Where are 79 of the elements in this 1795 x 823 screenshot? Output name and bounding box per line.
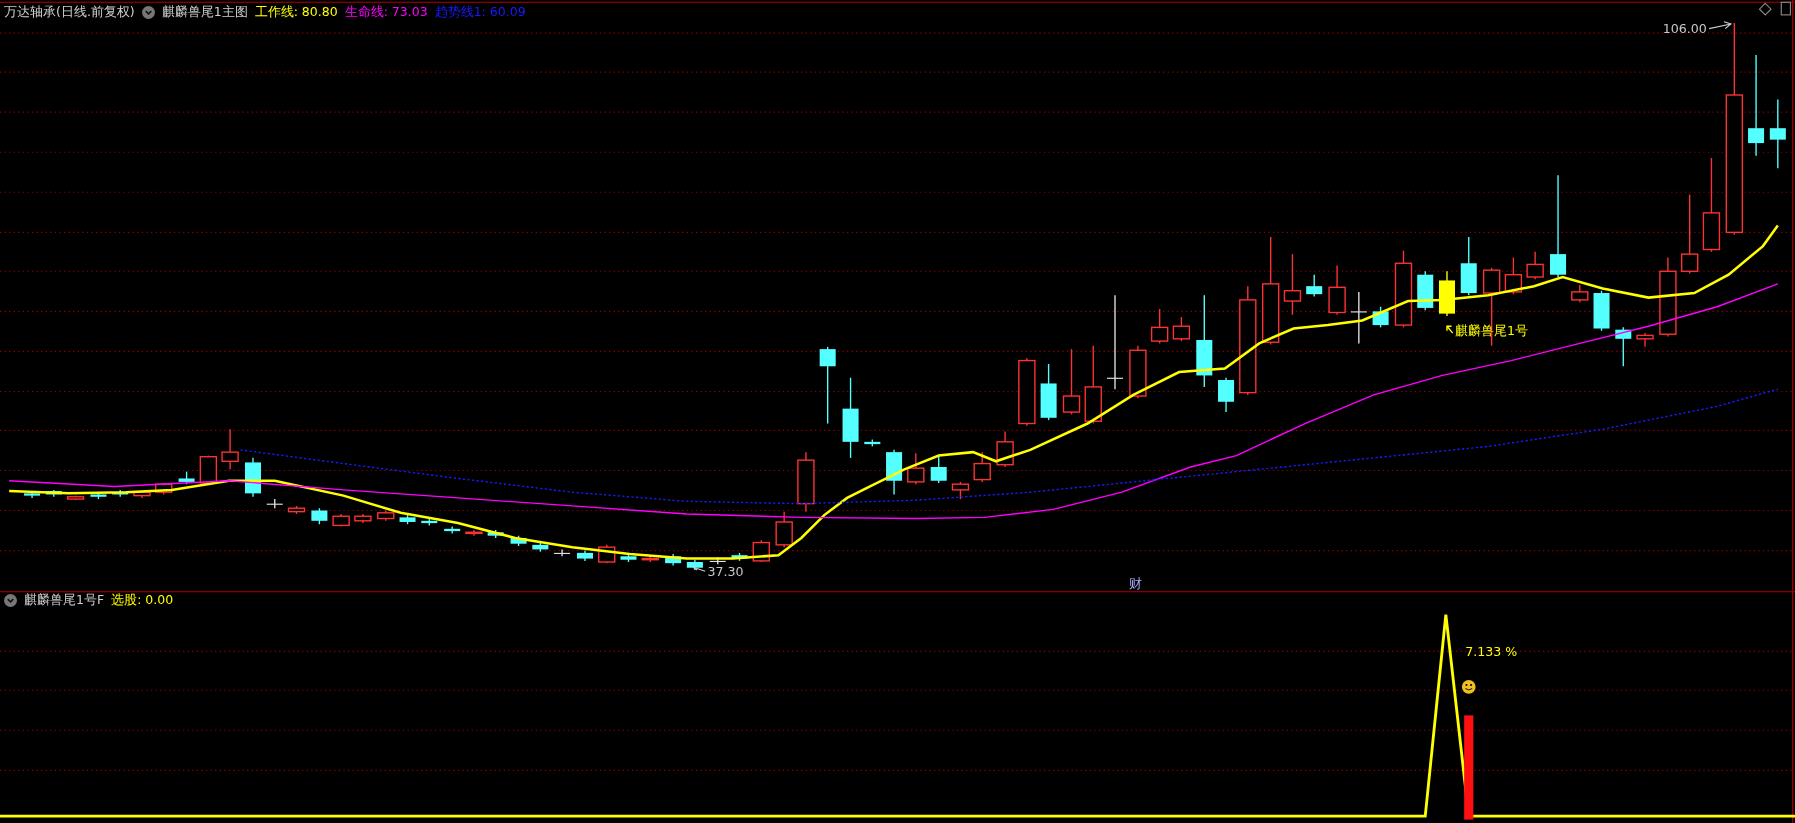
candlestick (1218, 377, 1235, 413)
candlestick (1283, 253, 1302, 316)
candlestick (996, 430, 1014, 468)
candlestick (311, 507, 328, 525)
candlestick (1306, 274, 1323, 298)
smiley-icon (1461, 679, 1476, 694)
candlestick (332, 513, 350, 528)
candlestick (797, 451, 815, 513)
candlestick (1350, 291, 1367, 345)
candlestick (665, 553, 682, 567)
candlestick (1172, 316, 1191, 342)
candlestick (1062, 348, 1081, 416)
candlestick (1636, 332, 1654, 348)
indicator-value: 生命线: 73.03 (344, 4, 428, 20)
indicator-value: 工作线: 80.80 (254, 4, 338, 20)
candlestick (287, 505, 306, 515)
high-price-label: 106.00 (1662, 21, 1707, 37)
indicator-value: 选股: 0.00 (111, 592, 174, 608)
candlestick (178, 470, 195, 485)
candlestick (421, 517, 438, 527)
indicator-value: 趋势线1: 60.09 (434, 4, 526, 20)
candlestick (576, 549, 593, 562)
indicator-name: 麒麟兽尾1号F (24, 592, 105, 608)
candlestick (1526, 251, 1544, 280)
candlestick (266, 498, 283, 509)
arrow-icon (1446, 325, 1454, 334)
candlestick (752, 539, 770, 563)
candlestick (155, 482, 173, 496)
candlestick (930, 454, 947, 484)
candlestick (66, 494, 85, 501)
candlestick (377, 509, 395, 522)
candlestick (1129, 345, 1147, 400)
candlestick (886, 449, 903, 496)
candlestick (620, 553, 637, 563)
candlestick (1593, 290, 1610, 332)
candlestick (199, 454, 218, 485)
candlestick (1571, 284, 1589, 303)
candlestick (686, 559, 703, 571)
dropdown-icon[interactable] (141, 5, 155, 19)
event-marker: 财 (1128, 576, 1142, 592)
candlestick (24, 491, 41, 499)
candlestick (532, 541, 549, 553)
candlestick (864, 438, 881, 448)
candlestick (133, 490, 151, 499)
candlestick (973, 451, 991, 483)
candlestick (1417, 270, 1434, 311)
candlestick (510, 535, 527, 547)
candlestick (1040, 363, 1057, 421)
diamond-icon[interactable] (1758, 2, 1772, 16)
candlestick (90, 492, 107, 500)
arrow-icon (1708, 21, 1733, 30)
percent-label: 7.133 % (1465, 643, 1518, 659)
arrow-icon (693, 563, 706, 572)
dropdown-icon[interactable] (4, 593, 17, 607)
candlestick (731, 552, 748, 562)
candlestick (641, 555, 659, 563)
low-price-label: 37.30 (707, 563, 744, 579)
candlestick (1769, 98, 1786, 169)
candlestick (444, 525, 461, 535)
indicator-name: 麒麟兽尾1主图 (161, 4, 248, 20)
candlestick (775, 510, 793, 548)
candlestick (1328, 264, 1346, 316)
candlestick (399, 514, 416, 525)
candlestick (1615, 326, 1632, 367)
candlestick (1439, 270, 1455, 317)
candlestick (1018, 357, 1036, 427)
candlestick (465, 529, 483, 537)
candlestick (1372, 306, 1389, 329)
candlestick (487, 529, 504, 539)
window-icon[interactable] (1780, 1, 1791, 16)
stock-title: 万达轴承(日线.前复权) (4, 4, 135, 20)
candlestick (354, 513, 372, 524)
candlestick (951, 481, 970, 500)
candlestick (1150, 308, 1169, 345)
candlestick (1504, 256, 1523, 295)
candlestick (1460, 236, 1477, 296)
candlestick (554, 548, 571, 557)
candlestick (221, 428, 239, 470)
candlestick (907, 452, 925, 485)
